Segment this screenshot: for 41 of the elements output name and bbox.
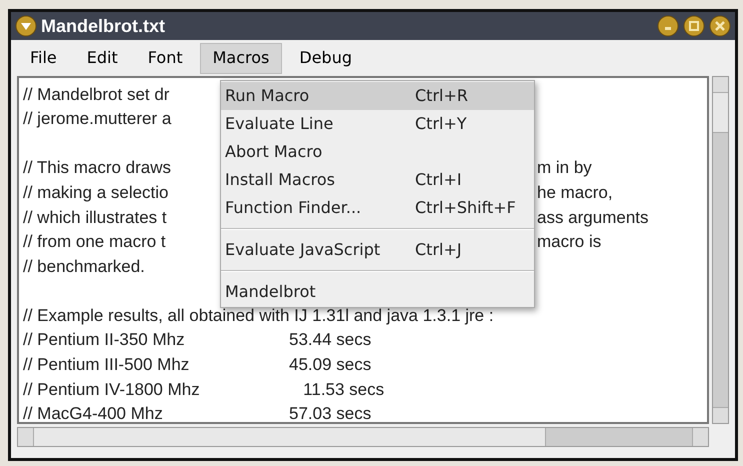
menu-item[interactable]: Run Macro Ctrl+R [221,82,534,110]
menu-item[interactable]: Install Macros Ctrl+I [221,166,534,194]
code-line: // from one macro t [23,232,166,252]
menu-item[interactable]: Evaluate Line Ctrl+Y [221,110,534,138]
menu-bar-item[interactable]: Edit [74,42,131,74]
code-line: macro is [537,231,602,254]
close-icon[interactable] [709,15,731,37]
window-title: Mandelbrot.txt [41,14,165,38]
menu-item[interactable]: Evaluate JavaScript Ctrl+J [221,236,534,264]
menu-item[interactable]: Abort Macro [221,138,534,166]
menu-bar-item[interactable]: Font [134,42,196,74]
code-line: // Example results, all obtained with IJ 1.31l and java 1.3.1 jre : [23,306,494,325]
code-line: // jerome.mutterer a [23,109,172,128]
code-line: m in by [537,157,592,180]
code-line: // This macro draws [23,158,172,178]
vertical-scrollbar[interactable] [712,76,729,424]
code-line: 53.44 secs [289,329,372,352]
code-line: 57.03 secs [289,403,372,422]
code-line: // Pentium III-500 Mhz [23,355,190,374]
menu-bar-item[interactable]: Debug [286,42,365,74]
scroll-thumb[interactable] [34,428,546,446]
maximize-icon[interactable] [683,15,705,37]
horizontal-scrollbar[interactable] [17,427,709,447]
code-line: // Mandelbrot set dr [23,84,170,104]
code-line: // Pentium II-350 Mhz [23,330,185,350]
code-line: // benchmarked. [23,256,145,276]
code-line: // which illustrates t [23,208,167,227]
code-line: 11.53 secs [302,378,384,401]
menu-item[interactable]: Mandelbrot [221,278,534,306]
code-line: 45.09 secs [289,354,372,376]
scroll-thumb[interactable] [713,93,728,133]
menu-bar-item[interactable]: Macros [200,42,282,74]
menu-item[interactable]: Function Finder... Ctrl+Shift+F [221,194,534,222]
menu-bar-item[interactable]: File [17,42,70,74]
code-line: ass arguments [537,206,648,229]
minimize-icon[interactable] [657,15,679,37]
code-line: he macro, [537,182,613,204]
code-line: // making a selectio [23,182,169,202]
window-menu-icon[interactable] [15,15,37,37]
code-line: // MacG4-400 Mhz [23,404,163,422]
code-line: // Pentium IV-1800 Mhz [23,380,200,399]
